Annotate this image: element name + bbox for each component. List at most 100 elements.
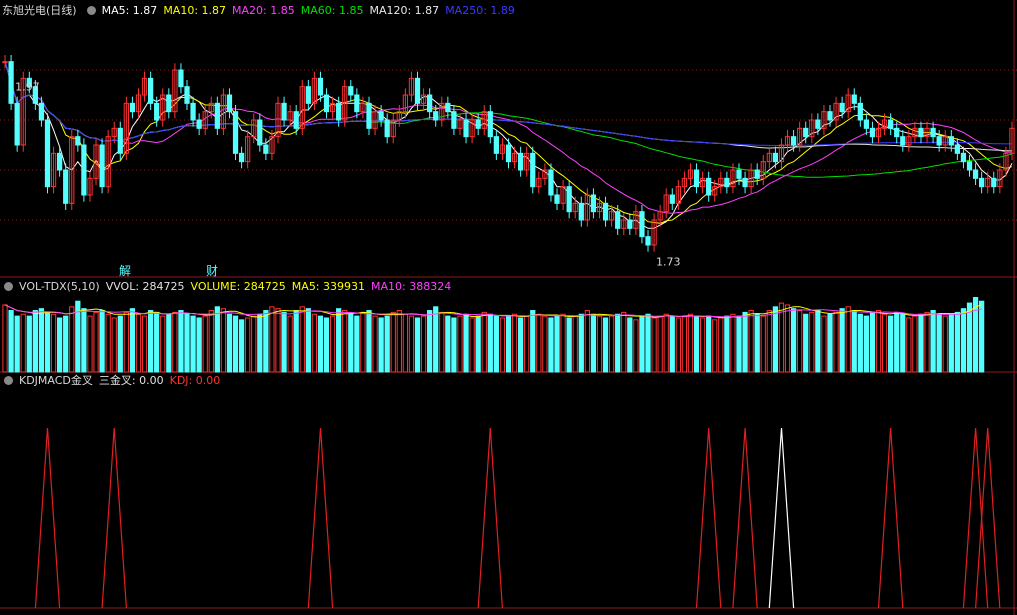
volume-bar — [8, 310, 14, 373]
candle-body — [530, 152, 536, 188]
candle-body — [184, 86, 190, 104]
volume-bar — [693, 315, 700, 373]
volume-bar — [93, 311, 99, 373]
candle-body — [451, 111, 457, 129]
volume-bar — [803, 313, 809, 373]
volume-bar — [281, 311, 287, 373]
volume-bar — [954, 311, 960, 373]
volume-bar — [554, 315, 560, 373]
candle-body — [414, 77, 421, 104]
volume-bar — [32, 310, 38, 373]
volume-bar — [433, 306, 439, 373]
candle-body — [645, 236, 651, 246]
volume-bar — [439, 311, 445, 373]
volume-bar — [772, 306, 779, 373]
volume-bars — [2, 296, 985, 373]
volume-bar — [251, 315, 257, 373]
volume-bar — [657, 315, 663, 373]
volume-bar — [924, 311, 930, 373]
stock-chart[interactable]: 1.97 1.73 解 财 — [0, 0, 1017, 615]
volume-bar — [372, 315, 378, 373]
candle-body — [578, 202, 584, 221]
candle-body — [930, 127, 936, 138]
volume-bar — [463, 313, 469, 373]
volume-bar — [960, 308, 967, 373]
volume-bar — [481, 311, 487, 373]
candle-body — [566, 186, 572, 213]
candle-body — [117, 127, 123, 154]
volume-bar — [81, 308, 87, 373]
volume-bar — [299, 306, 305, 373]
candle-body — [863, 119, 870, 129]
volume-bar — [154, 311, 160, 373]
candle-body — [238, 152, 245, 163]
candle-body — [772, 152, 779, 163]
volume-bar — [590, 313, 597, 373]
candle-body — [669, 194, 675, 204]
volume-bar — [857, 313, 863, 373]
candle-body — [548, 169, 554, 196]
volume-bar — [451, 317, 457, 373]
candle-body — [178, 69, 184, 88]
volume-bar — [742, 311, 748, 373]
high-price-label: 1.97 — [15, 81, 39, 94]
volume-bar — [505, 315, 512, 373]
volume-bar — [651, 317, 657, 373]
volume-bar — [493, 315, 499, 373]
volume-bar — [560, 313, 566, 373]
candle-body — [888, 119, 894, 129]
volume-bar — [736, 315, 742, 373]
candle-body — [293, 111, 299, 129]
volume-bar — [129, 308, 136, 373]
kdj-signal-spike — [732, 427, 758, 609]
volume-bar — [147, 310, 154, 373]
candle-body — [257, 119, 263, 146]
volume-bar — [669, 315, 675, 373]
volume-bar — [360, 311, 366, 373]
volume-bar — [408, 315, 415, 373]
candle-body — [918, 127, 924, 138]
candle-body — [226, 94, 233, 113]
volume-bar — [263, 310, 269, 373]
volume-bar — [888, 315, 894, 373]
volume-bar — [754, 313, 760, 373]
volume-bar — [141, 315, 148, 373]
candle-body — [693, 169, 700, 188]
event-marker-1[interactable]: 解 — [119, 264, 131, 278]
candle-body — [754, 169, 760, 179]
volume-bar — [457, 315, 463, 373]
candle-body — [954, 144, 960, 154]
volume-bar — [712, 319, 718, 373]
volume-bar — [851, 310, 857, 373]
volume-bar — [875, 310, 882, 373]
volume-bar — [26, 315, 32, 373]
candle-body — [348, 86, 354, 96]
candle-body — [129, 102, 136, 113]
volume-bar — [815, 310, 821, 373]
volume-bar — [881, 313, 888, 373]
volume-bar — [518, 317, 524, 373]
volume-bar — [14, 315, 20, 373]
volume-bar — [354, 315, 360, 373]
volume-bar — [172, 311, 178, 373]
candle-body — [857, 102, 863, 121]
volume-bar — [69, 306, 75, 373]
candle-body — [196, 119, 202, 129]
kdj-signal-spike — [101, 427, 127, 609]
volume-bar — [208, 310, 214, 373]
volume-bar — [323, 317, 330, 373]
candle-body — [44, 119, 51, 188]
volume-bar — [427, 310, 433, 373]
volume-bar — [111, 317, 117, 373]
volume-bar — [166, 313, 172, 373]
event-marker-2[interactable]: 财 — [206, 264, 218, 278]
volume-bar — [718, 317, 724, 373]
volume-bar — [966, 302, 973, 373]
candle-body — [851, 94, 857, 104]
candle-body — [790, 136, 797, 146]
volume-bar — [499, 317, 506, 373]
volume-bar — [20, 313, 26, 373]
volume-bar — [342, 310, 348, 373]
volume-bar — [790, 308, 797, 373]
volume-bar — [445, 315, 451, 373]
